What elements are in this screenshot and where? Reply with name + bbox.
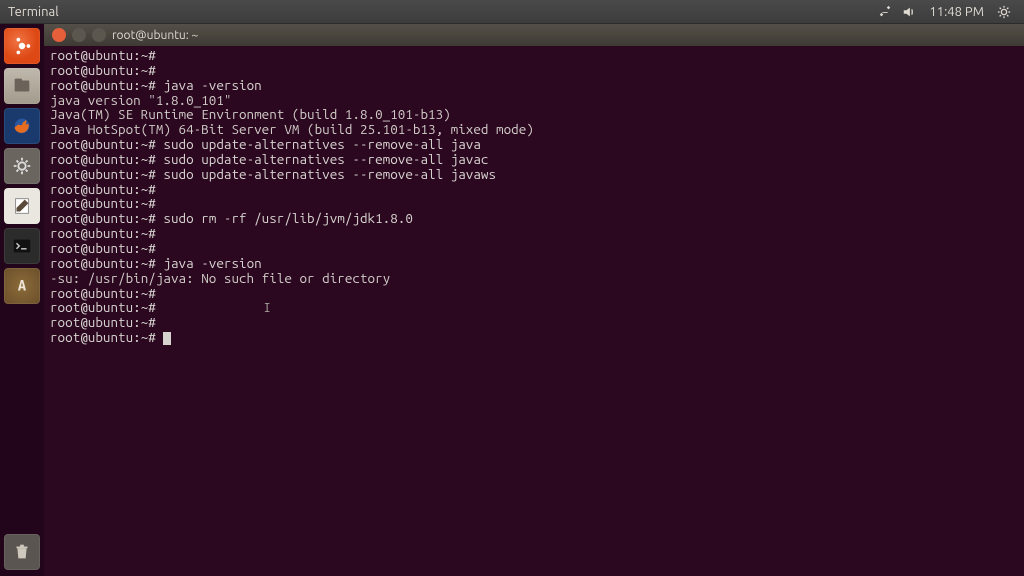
output-line: java version "1.8.0_101": [50, 93, 1018, 108]
trash-icon: [11, 541, 33, 563]
launcher-software-updater[interactable]: A: [4, 268, 40, 304]
prompt: root@ubuntu:~#: [50, 240, 163, 256]
prompt: root@ubuntu:~#: [50, 285, 163, 301]
clock[interactable]: 11:48 PM: [921, 5, 992, 19]
command-text: java -version: [163, 77, 261, 93]
prompt: root@ubuntu:~#: [50, 77, 163, 93]
terminal-line: root@ubuntu:~# sudo update-alternatives …: [50, 152, 1018, 167]
terminal-line: root@ubuntu:~#: [50, 226, 1018, 241]
network-indicator[interactable]: [873, 0, 897, 24]
launcher-settings[interactable]: [4, 148, 40, 184]
output-line: Java(TM) SE Runtime Environment (build 1…: [50, 107, 1018, 122]
text-caret: I: [263, 300, 271, 315]
unity-launcher: A: [0, 24, 44, 576]
window-title: root@ubuntu: ~: [112, 29, 198, 42]
window-close-button[interactable]: [52, 28, 66, 42]
launcher-files[interactable]: [4, 68, 40, 104]
prompt: root@ubuntu:~#: [50, 299, 163, 315]
output-line: Java HotSpot(TM) 64-Bit Server VM (build…: [50, 122, 1018, 137]
firefox-icon: [11, 115, 33, 137]
prompt: root@ubuntu:~#: [50, 181, 163, 197]
prompt: root@ubuntu:~#: [50, 47, 163, 63]
gear-icon: [997, 5, 1011, 19]
prompt: root@ubuntu:~#: [50, 166, 163, 182]
prompt: root@ubuntu:~#: [50, 314, 163, 330]
prompt: root@ubuntu:~#: [50, 225, 163, 241]
terminal-line: root@ubuntu:~#: [50, 196, 1018, 211]
terminal-line: root@ubuntu:~# java -version: [50, 78, 1018, 93]
terminal-line: root@ubuntu:~#: [50, 286, 1018, 301]
command-text: java -version: [163, 255, 261, 271]
terminal-line: root@ubuntu:~# sudo update-alternatives …: [50, 167, 1018, 182]
terminal-line: root@ubuntu:~#: [50, 63, 1018, 78]
terminal-line: root@ubuntu:~# java -version: [50, 256, 1018, 271]
prompt: root@ubuntu:~#: [50, 136, 163, 152]
window-titlebar[interactable]: root@ubuntu: ~: [44, 24, 1024, 46]
session-indicator[interactable]: [992, 0, 1016, 24]
settings-icon: [11, 155, 33, 177]
output-line: -su: /usr/bin/java: No such file or dire…: [50, 271, 1018, 286]
terminal-line: root@ubuntu:~#: [50, 330, 1018, 345]
command-text: sudo update-alternatives --remove-all ja…: [163, 166, 496, 182]
volume-icon: [902, 5, 916, 19]
terminal-icon: [11, 235, 33, 257]
launcher-text-editor[interactable]: [4, 188, 40, 224]
files-icon: [11, 75, 33, 97]
terminal-line: root@ubuntu:~#: [50, 48, 1018, 63]
launcher-firefox[interactable]: [4, 108, 40, 144]
prompt: root@ubuntu:~#: [50, 195, 163, 211]
terminal-content[interactable]: root@ubuntu:~# root@ubuntu:~# root@ubunt…: [44, 46, 1024, 576]
terminal-line: root@ubuntu:~# sudo rm -rf /usr/lib/jvm/…: [50, 211, 1018, 226]
launcher-trash[interactable]: [4, 534, 40, 570]
terminal-line: root@ubuntu:~# sudo update-alternatives …: [50, 137, 1018, 152]
network-icon: [878, 5, 892, 19]
command-text: sudo update-alternatives --remove-all ja…: [163, 136, 481, 152]
window-maximize-button[interactable]: [92, 28, 106, 42]
editor-icon: [11, 195, 33, 217]
ubuntu-logo-icon: [11, 35, 33, 57]
sound-indicator[interactable]: [897, 0, 921, 24]
terminal-line: root@ubuntu:~#: [50, 241, 1018, 256]
updater-icon: A: [11, 275, 33, 297]
terminal-line: root@ubuntu:~# I: [50, 300, 1018, 315]
prompt: root@ubuntu:~#: [50, 329, 163, 345]
command-text: sudo update-alternatives --remove-all ja…: [163, 151, 488, 167]
prompt: root@ubuntu:~#: [50, 255, 163, 271]
cursor-block: [163, 332, 171, 345]
prompt: root@ubuntu:~#: [50, 62, 163, 78]
prompt: root@ubuntu:~#: [50, 210, 163, 226]
top-menubar: Terminal 11:48 PM: [0, 0, 1024, 24]
terminal-line: root@ubuntu:~#: [50, 182, 1018, 197]
terminal-line: root@ubuntu:~#: [50, 315, 1018, 330]
terminal-window: root@ubuntu: ~ root@ubuntu:~# root@ubunt…: [44, 24, 1024, 576]
launcher-dash[interactable]: [4, 28, 40, 64]
menubar-app-title: Terminal: [8, 5, 59, 19]
command-text: sudo rm -rf /usr/lib/jvm/jdk1.8.0: [163, 210, 412, 226]
prompt: root@ubuntu:~#: [50, 151, 163, 167]
launcher-terminal[interactable]: [4, 228, 40, 264]
svg-text:A: A: [18, 277, 27, 294]
window-minimize-button[interactable]: [72, 28, 86, 42]
